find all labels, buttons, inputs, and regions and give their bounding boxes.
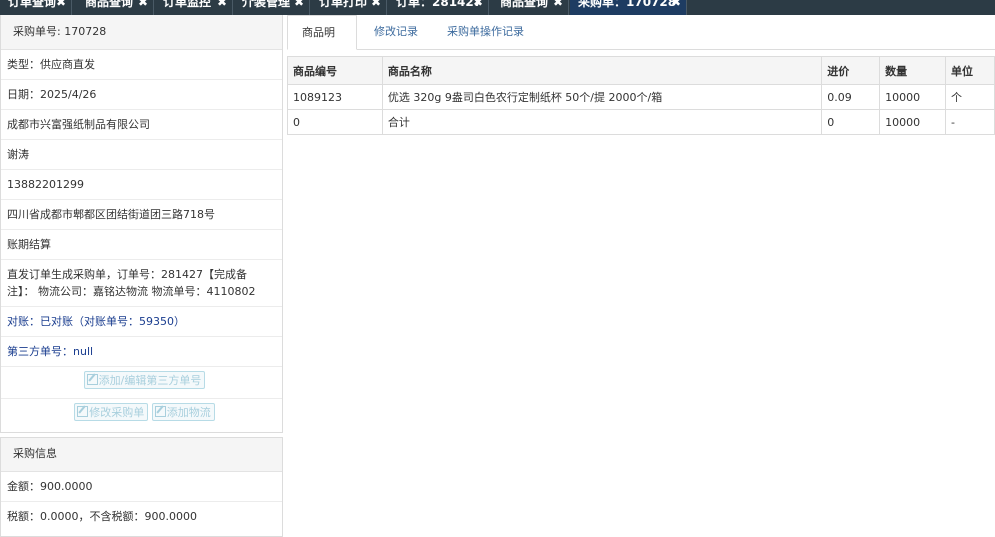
- order-date: 日期：2025/4/26: [1, 80, 282, 110]
- edit-icon: [77, 406, 89, 417]
- edit-icon: [154, 406, 166, 417]
- close-icon[interactable]: ✖: [138, 0, 148, 8]
- purchase-tax: 税额：0.0000，不含税额：900.0000: [7, 510, 197, 523]
- cell-product-code: 1089123: [287, 84, 383, 110]
- cell-price: 0: [821, 109, 881, 135]
- table-total-row: 0 合计 0 10000 -: [287, 109, 995, 135]
- column-header-quantity[interactable]: 数量: [879, 56, 947, 85]
- window-tab-product-query[interactable]: 商品查询 ✖: [73, 0, 154, 15]
- close-icon[interactable]: ✖: [473, 0, 483, 8]
- button-label: 修改采购单: [89, 406, 145, 419]
- close-icon[interactable]: ✖: [371, 0, 381, 8]
- column-header-price[interactable]: 进价: [821, 56, 881, 85]
- column-header-unit[interactable]: 单位: [945, 56, 995, 85]
- window-tab-label: 介装管理: [242, 0, 291, 9]
- cell-quantity: 10000: [879, 84, 947, 110]
- order-action-button-row: 修改采购单 添加物流: [1, 399, 282, 431]
- window-tab-label: 订单监控: [163, 0, 212, 9]
- cell-product-code: 0: [287, 109, 383, 135]
- cell-unit: -: [945, 109, 995, 135]
- window-tab-label: 订单：281427: [396, 0, 483, 9]
- order-note: 直发订单生成采购单，订单号：281427【完成备注】： 物流公司：嘉铭达物流 物…: [1, 260, 282, 307]
- table-header-row: 商品编号 商品名称 进价 数量 单位: [287, 56, 995, 85]
- window-tab-label: 采购单：170728: [578, 0, 677, 9]
- close-icon[interactable]: ✖: [56, 0, 66, 8]
- tab-operation-log[interactable]: 采购单操作记录: [433, 15, 538, 50]
- column-header-product-name[interactable]: 商品名称: [381, 56, 823, 85]
- window-tab-order-query[interactable]: 订单查询 ✖: [0, 0, 72, 15]
- purchase-info-panel: 采购信息 金额：900.0000 税额：0.0000，不含税额：900.0000: [0, 437, 283, 537]
- cell-product-name: 合计: [381, 109, 823, 135]
- window-tab-order-print[interactable]: 订单打印 ✖: [311, 0, 387, 15]
- cell-product-name: 优选 320g 9盎司白色农行定制纸杯 50个/提 2000个/箱: [381, 84, 823, 110]
- window-tab-product-query-2[interactable]: 商品查询 ✖: [490, 0, 569, 15]
- button-label: 添加物流: [166, 406, 211, 419]
- column-header-product-code[interactable]: 商品编号: [287, 56, 383, 85]
- window-tab-purchase-170728[interactable]: 采购单：170728 ✖: [570, 0, 687, 15]
- window-tab-bar: 订单查询 ✖ 商品查询 ✖ 订单监控 ✖ 介装管理 ✖ 订单打印 ✖ 订单：28…: [0, 0, 995, 15]
- product-table: 商品编号 商品名称 进价 数量 单位 1089123 优选 320g 9盎司白色…: [287, 56, 995, 135]
- contact-name: 谢涛: [1, 140, 282, 170]
- reconcile-status: 对账：已对账（对账单号：59350）: [1, 307, 282, 337]
- detail-tabs: 商品明细 修改记录 采购单操作记录: [287, 15, 995, 72]
- contact-phone: 13882201299: [1, 170, 282, 200]
- close-icon[interactable]: ✖: [294, 0, 304, 8]
- window-tab-order-281427[interactable]: 订单：281427 ✖: [388, 0, 489, 15]
- add-logistics-button[interactable]: 添加物流: [151, 403, 215, 421]
- edit-icon: [86, 374, 98, 385]
- edit-third-party-button[interactable]: 添加/编辑第三方单号: [83, 371, 206, 389]
- edit-purchase-order-button[interactable]: 修改采购单: [74, 403, 149, 421]
- close-icon[interactable]: ✖: [671, 0, 681, 8]
- purchase-info-title: 采购信息: [1, 438, 282, 472]
- order-type: 类型：供应商直发: [1, 50, 282, 80]
- window-tab-label: 商品查询: [500, 0, 549, 9]
- window-tab-packaging[interactable]: 介装管理 ✖: [234, 0, 310, 15]
- window-tab-order-monitor[interactable]: 订单监控 ✖: [155, 0, 233, 15]
- cell-price: 0.09: [821, 84, 881, 110]
- close-icon[interactable]: ✖: [217, 0, 227, 8]
- window-tab-label: 商品查询: [85, 0, 134, 9]
- table-row[interactable]: 1089123 优选 320g 9盎司白色农行定制纸杯 50个/提 2000个/…: [287, 84, 995, 110]
- window-tab-label: 订单查询: [8, 0, 57, 9]
- purchase-amount: 金额：900.0000: [1, 472, 282, 502]
- third-party-number: 第三方单号：null: [1, 337, 282, 367]
- close-icon[interactable]: ✖: [553, 0, 563, 8]
- supplier-name: 成都市兴富强纸制品有限公司: [1, 110, 282, 140]
- third-party-button-row: 添加/编辑第三方单号: [1, 367, 282, 399]
- button-label: 添加/编辑第三方单号: [98, 374, 202, 387]
- cell-unit: 个: [945, 84, 995, 110]
- delivery-address: 四川省成都市郫都区团结街道团三路718号: [1, 200, 282, 230]
- settlement-method: 账期结算: [1, 230, 282, 260]
- tab-modification-log[interactable]: 修改记录: [360, 15, 432, 50]
- window-tab-label: 订单打印: [319, 0, 368, 9]
- purchase-order-panel: 采购单号: 170728 类型：供应商直发 日期：2025/4/26 成都市兴富…: [0, 15, 283, 433]
- purchase-order-number: 采购单号: 170728: [1, 15, 282, 50]
- tab-product-detail[interactable]: 商品明细: [287, 15, 357, 72]
- cell-quantity: 10000: [879, 109, 947, 135]
